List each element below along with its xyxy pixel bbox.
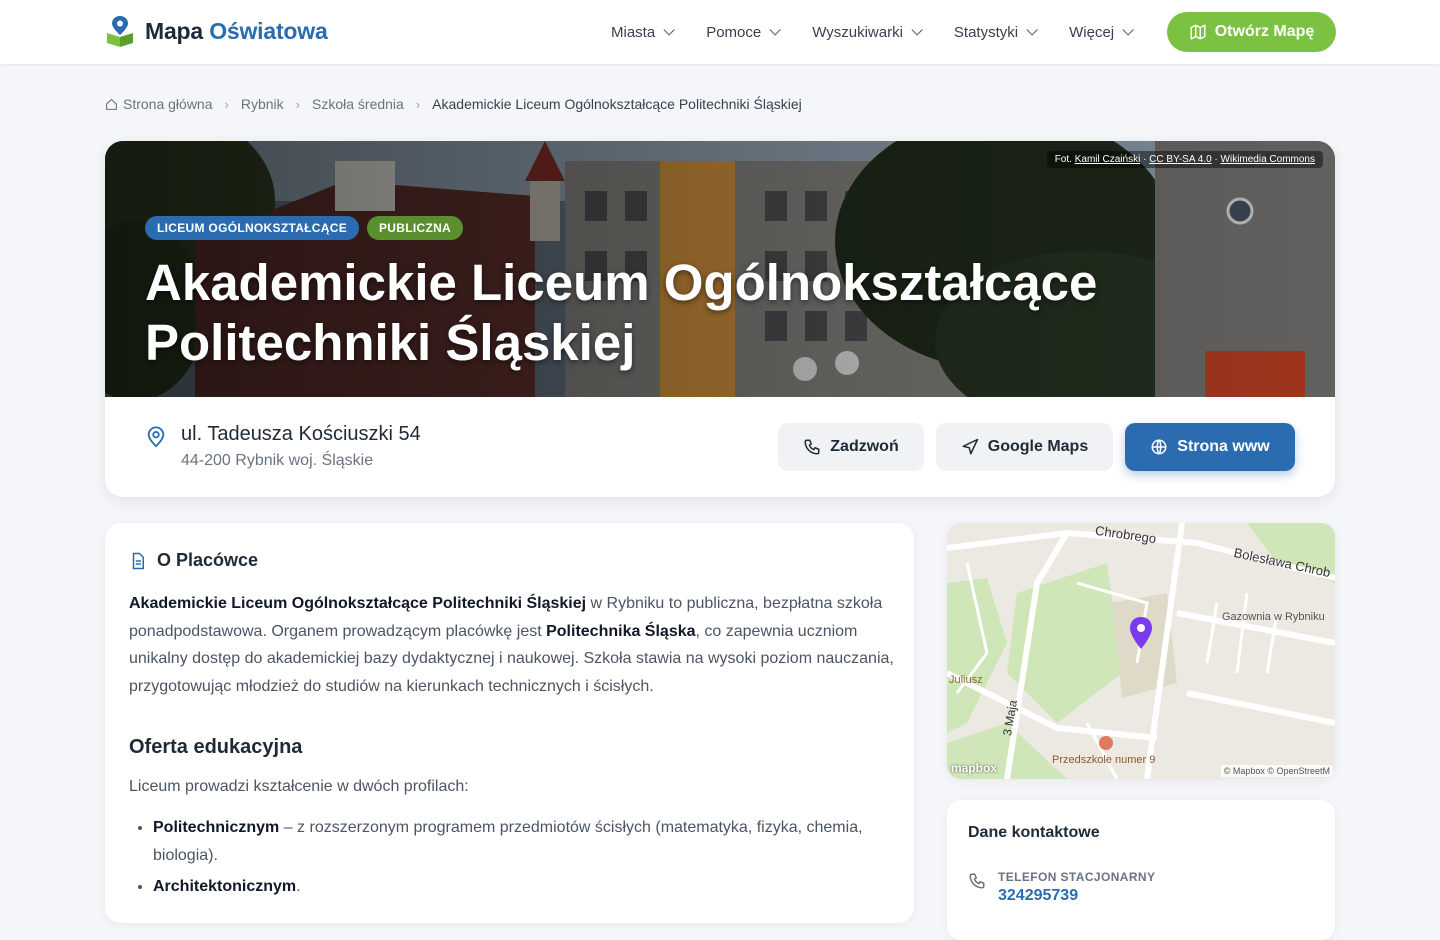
nav-item-wiecej[interactable]: Więcej [1069,24,1134,41]
map-attribution[interactable]: © Mapbox © OpenStreetM [1220,765,1333,777]
breadcrumb-type[interactable]: Szkoła średnia [312,96,404,112]
school-status-badge: PUBLICZNA [367,216,464,240]
list-item: Architektonicznym. [153,873,873,901]
school-hero-card: Fot. Kamil Czaiński · CC BY-SA 4.0 · Wik… [105,141,1335,497]
map-label-poi: Gazownia w Rybniku [1222,611,1325,623]
school-location-pin-icon[interactable] [1128,616,1154,650]
school-badges: LICEUM OGÓLNOKSZTAŁCĄCE PUBLICZNA [145,216,464,240]
contact-section: Dane kontaktowe TELEFON STACJONARNY 3242… [947,800,1335,940]
logo-book-pin-icon [107,16,133,47]
nav-item-miasta[interactable]: Miasta [611,24,675,41]
photo-credit: Fot. Kamil Czaiński · CC BY-SA 4.0 · Wik… [1046,151,1323,168]
call-button[interactable]: Zadzwoń [778,423,924,471]
nav-item-pomoce[interactable]: Pomoce [706,24,781,41]
photo-author-link[interactable]: Kamil Czaiński [1075,154,1141,165]
offer-heading: Oferta edukacyjna [129,736,303,758]
open-map-button[interactable]: Otwórz Mapę [1167,12,1336,52]
school-title: Akademickie Liceum Ogólnokształcące Poli… [145,254,1098,371]
contact-heading: Dane kontaktowe [968,824,1100,841]
map-label-poi: Przedszkole numer 9 [1052,754,1156,766]
about-description: Akademickie Liceum Ogólnokształcące Poli… [129,595,894,695]
map-icon [1190,24,1206,40]
chevron-down-icon [1122,24,1134,36]
phone-icon [969,873,985,889]
open-map-label: Otwórz Mapę [1214,23,1315,40]
address-row: ul. Tadeusza Kościuszki 54 44-200 Rybnik… [105,397,1335,497]
breadcrumb-city[interactable]: Rybnik [241,96,284,112]
nav-item-statystyki[interactable]: Statystyki [954,24,1038,41]
google-maps-button[interactable]: Google Maps [936,423,1113,471]
chevron-down-icon [911,24,923,36]
navigation-arrow-icon [962,438,979,455]
breadcrumb-separator: › [224,96,229,112]
phone-label: TELEFON STACJONARNY [998,870,1156,884]
profiles-list: Politechnicznym – z rozszerzonym program… [153,814,873,904]
globe-icon [1151,439,1167,455]
address-city: 44-200 Rybnik woj. Śląskie [181,452,374,469]
map-label-street: Juliusz [949,674,983,686]
about-section: O Placówce Akademickie Liceum Ogólnokszt… [105,523,914,923]
offer-intro: Liceum prowadzi kształcenie w dwóch prof… [129,778,469,795]
breadcrumb-separator: › [415,96,421,112]
mapbox-logo[interactable]: mapbox [951,761,997,775]
phone-link[interactable]: 324295739 [998,887,1078,905]
brand-name: Mapa Oświatowa [145,17,328,44]
main-nav: Miasta Pomoce Wyszukiwarki Statystyki Wi… [611,0,1165,64]
location-pin-icon [147,426,165,448]
kindergarten-marker-icon [1099,736,1113,750]
chevron-down-icon [769,24,781,36]
website-button[interactable]: Strona www [1125,423,1295,471]
nav-item-wyszukiwarki[interactable]: Wyszukiwarki [812,24,923,41]
photo-source-link[interactable]: Wikimedia Commons [1221,154,1315,165]
document-icon [132,552,144,569]
address-street: ul. Tadeusza Kościuszki 54 [181,423,421,445]
brand-logo[interactable]: Mapa Oświatowa [105,14,328,48]
breadcrumb-home[interactable]: Strona główna [105,96,213,112]
chevron-down-icon [1026,24,1038,36]
school-type-badge: LICEUM OGÓLNOKSZTAŁCĄCE [145,216,359,240]
about-heading: O Placówce [129,550,258,571]
phone-icon [804,439,820,455]
breadcrumb-current: Akademickie Liceum Ogólnokształcące Poli… [432,96,802,112]
breadcrumb: Strona główna › Rybnik › Szkoła średnia … [105,96,802,112]
home-icon [106,98,117,110]
list-item: Politechnicznym – z rozszerzonym program… [153,814,873,870]
breadcrumb-separator: › [295,96,300,112]
top-navbar: Mapa Oświatowa Miasta Pomoce Wyszukiwark… [0,0,1440,64]
location-map[interactable]: Chrobrego Bolesława Chrob Gazownia w Ryb… [947,523,1335,779]
chevron-down-icon [663,24,675,36]
photo-license-link[interactable]: CC BY-SA 4.0 [1149,154,1211,165]
